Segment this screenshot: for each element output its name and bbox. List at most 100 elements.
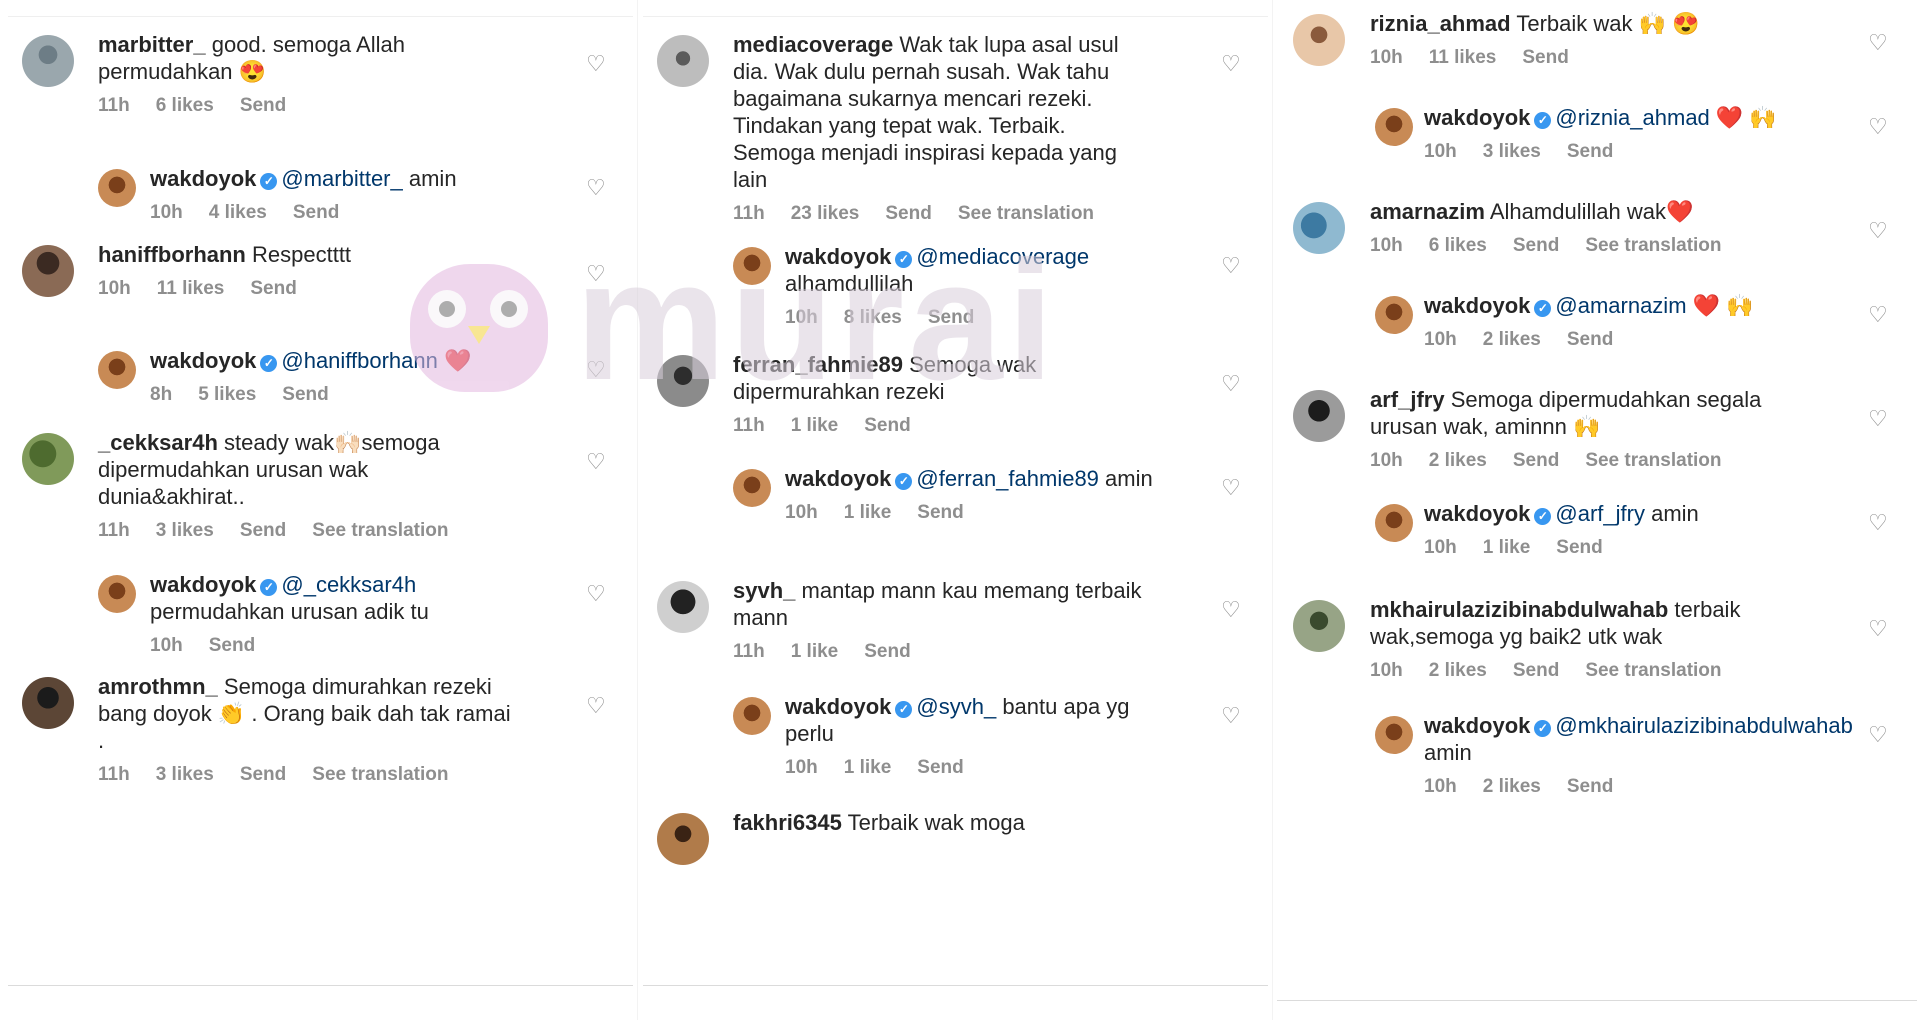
timestamp[interactable]: 11h — [733, 415, 765, 436]
likes-count[interactable]: 11 likes — [1429, 47, 1497, 68]
username-link[interactable]: arf_jfry — [1370, 387, 1445, 412]
likes-count[interactable]: 2 likes — [1483, 776, 1541, 797]
heart-outline-icon[interactable]: ♡ — [1221, 599, 1243, 621]
username-link[interactable]: riznia_ahmad — [1370, 11, 1511, 36]
username-link[interactable]: wakdoyok — [1424, 713, 1530, 738]
see-translation-button[interactable]: See translation — [1585, 235, 1721, 256]
heart-outline-icon[interactable]: ♡ — [1221, 255, 1243, 277]
send-button[interactable]: Send — [293, 202, 339, 223]
avatar[interactable] — [733, 697, 771, 735]
timestamp[interactable]: 11h — [98, 520, 130, 541]
timestamp[interactable]: 10h — [150, 202, 183, 223]
likes-count[interactable]: 6 likes — [156, 95, 214, 116]
username-link[interactable]: amarnazim — [1370, 199, 1485, 224]
see-translation-button[interactable]: See translation — [312, 764, 448, 785]
mention-link[interactable]: @haniffborhann — [281, 348, 438, 373]
mention-link[interactable]: @ferran_fahmie89 — [916, 466, 1099, 491]
send-button[interactable]: Send — [1513, 235, 1559, 256]
username-link[interactable]: haniffborhann — [98, 242, 246, 267]
username-link[interactable]: wakdoyok — [1424, 293, 1530, 318]
timestamp[interactable]: 10h — [785, 757, 818, 778]
avatar[interactable] — [657, 35, 709, 87]
avatar[interactable] — [1375, 108, 1413, 146]
heart-outline-icon[interactable]: ♡ — [1221, 373, 1243, 395]
send-button[interactable]: Send — [1513, 660, 1559, 681]
avatar[interactable] — [1293, 14, 1345, 66]
timestamp[interactable]: 10h — [1370, 47, 1403, 68]
heart-outline-icon[interactable]: ♡ — [1868, 512, 1890, 534]
likes-count[interactable]: 1 like — [791, 415, 839, 436]
avatar[interactable] — [98, 575, 136, 613]
likes-count[interactable]: 23 likes — [791, 203, 860, 224]
likes-count[interactable]: 4 likes — [209, 202, 267, 223]
send-button[interactable]: Send — [1522, 47, 1568, 68]
send-button[interactable]: Send — [1556, 537, 1602, 558]
send-button[interactable]: Send — [240, 764, 286, 785]
timestamp[interactable]: 10h — [1370, 235, 1403, 256]
username-link[interactable]: wakdoyok — [785, 244, 891, 269]
timestamp[interactable]: 11h — [733, 641, 765, 662]
send-button[interactable]: Send — [917, 757, 963, 778]
avatar[interactable] — [657, 813, 709, 865]
username-link[interactable]: wakdoyok — [150, 166, 256, 191]
heart-outline-icon[interactable]: ♡ — [1868, 618, 1890, 640]
timestamp[interactable]: 10h — [1424, 141, 1457, 162]
send-button[interactable]: Send — [250, 278, 296, 299]
avatar[interactable] — [22, 433, 74, 485]
timestamp[interactable]: 11h — [98, 95, 130, 116]
likes-count[interactable]: 6 likes — [1429, 235, 1487, 256]
username-link[interactable]: wakdoyok — [150, 348, 256, 373]
avatar[interactable] — [98, 351, 136, 389]
timestamp[interactable]: 10h — [785, 307, 818, 328]
likes-count[interactable]: 2 likes — [1429, 450, 1487, 471]
avatar[interactable] — [1375, 716, 1413, 754]
avatar[interactable] — [22, 245, 74, 297]
mention-link[interactable]: @marbitter_ — [281, 166, 402, 191]
timestamp[interactable]: 10h — [98, 278, 131, 299]
mention-link[interactable]: @_cekksar4h — [281, 572, 416, 597]
send-button[interactable]: Send — [1567, 141, 1613, 162]
send-button[interactable]: Send — [240, 95, 286, 116]
heart-outline-icon[interactable]: ♡ — [1868, 116, 1890, 138]
timestamp[interactable]: 10h — [785, 502, 818, 523]
send-button[interactable]: Send — [917, 502, 963, 523]
likes-count[interactable]: 1 like — [844, 757, 892, 778]
send-button[interactable]: Send — [864, 415, 910, 436]
avatar[interactable] — [22, 35, 74, 87]
heart-outline-icon[interactable]: ♡ — [1868, 220, 1890, 242]
likes-count[interactable]: 1 like — [1483, 537, 1531, 558]
send-button[interactable]: Send — [1513, 450, 1559, 471]
mention-link[interactable]: @syvh_ — [916, 694, 996, 719]
mention-link[interactable]: @riznia_ahmad — [1555, 105, 1709, 130]
timestamp[interactable]: 10h — [1424, 329, 1457, 350]
heart-outline-icon[interactable]: ♡ — [586, 359, 608, 381]
avatar[interactable] — [1293, 202, 1345, 254]
timestamp[interactable]: 10h — [1424, 776, 1457, 797]
heart-outline-icon[interactable]: ♡ — [586, 451, 608, 473]
likes-count[interactable]: 1 like — [791, 641, 839, 662]
send-button[interactable]: Send — [240, 520, 286, 541]
heart-outline-icon[interactable]: ♡ — [1221, 53, 1243, 75]
timestamp[interactable]: 10h — [1370, 450, 1403, 471]
username-link[interactable]: fakhri6345 — [733, 810, 842, 835]
send-button[interactable]: Send — [209, 635, 255, 656]
username-link[interactable]: syvh_ — [733, 578, 795, 603]
username-link[interactable]: amrothmn_ — [98, 674, 218, 699]
heart-outline-icon[interactable]: ♡ — [1868, 408, 1890, 430]
mention-link[interactable]: @arf_jfry — [1555, 501, 1645, 526]
likes-count[interactable]: 5 likes — [198, 384, 256, 405]
send-button[interactable]: Send — [1567, 776, 1613, 797]
username-link[interactable]: wakdoyok — [1424, 105, 1530, 130]
username-link[interactable]: _cekksar4h — [98, 430, 218, 455]
see-translation-button[interactable]: See translation — [312, 520, 448, 541]
mention-link[interactable]: @mkhairulazizibinabdulwahab — [1555, 713, 1853, 738]
likes-count[interactable]: 3 likes — [156, 520, 214, 541]
likes-count[interactable]: 3 likes — [156, 764, 214, 785]
likes-count[interactable]: 2 likes — [1483, 329, 1541, 350]
avatar[interactable] — [657, 581, 709, 633]
avatar[interactable] — [22, 677, 74, 729]
avatar[interactable] — [98, 169, 136, 207]
heart-outline-icon[interactable]: ♡ — [586, 177, 608, 199]
timestamp[interactable]: 8h — [150, 384, 172, 405]
timestamp[interactable]: 10h — [1370, 660, 1403, 681]
